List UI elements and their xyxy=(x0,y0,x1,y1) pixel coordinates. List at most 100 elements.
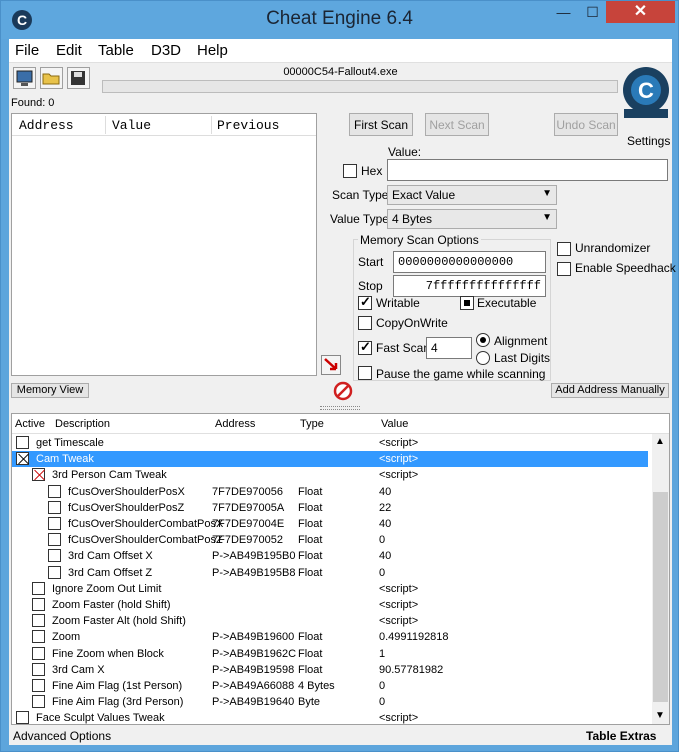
row-type: Byte xyxy=(298,696,321,709)
pause-game-checkbox[interactable] xyxy=(358,366,372,380)
advanced-options-link[interactable]: Advanced Options xyxy=(13,729,111,743)
menu-d3d[interactable]: D3D xyxy=(151,42,181,59)
executable-checkbox[interactable] xyxy=(460,296,474,310)
active-checkbox[interactable] xyxy=(48,565,61,579)
table-row[interactable]: Cam Tweak <script> xyxy=(12,451,648,468)
active-checkbox[interactable] xyxy=(32,630,45,644)
table-row[interactable]: Zoom Faster (hold Shift) <script> xyxy=(12,597,648,613)
row-description: 3rd Cam Offset X xyxy=(68,550,153,563)
close-button[interactable]: ✕ xyxy=(606,1,675,23)
address-table[interactable]: Active Description Address Type Value ge… xyxy=(11,413,670,725)
table-row[interactable]: get Timescale <script> xyxy=(12,435,648,451)
start-address-input[interactable]: 0000000000000000 xyxy=(393,251,546,273)
active-checkbox[interactable] xyxy=(32,646,45,660)
table-row[interactable]: fCusOverShoulderCombatPosZ 7F7DE970052 Flo… xyxy=(12,532,648,548)
column-value[interactable]: Value xyxy=(112,118,151,133)
table-row[interactable]: Zoom Faster Alt (hold Shift) <script> xyxy=(12,613,648,629)
next-scan-button[interactable]: Next Scan xyxy=(425,113,489,136)
active-checkbox[interactable] xyxy=(16,452,29,466)
memory-view-button[interactable]: Memory View xyxy=(11,383,89,398)
fast-scan-input[interactable]: 4 xyxy=(426,337,472,359)
stop-address-input[interactable]: 7fffffffffffffff xyxy=(393,275,546,297)
table-row[interactable]: fCusOverShoulderPosZ 7F7DE97005A Float 22 xyxy=(12,500,648,516)
menu-table[interactable]: Table xyxy=(98,42,134,59)
table-scrollbar[interactable]: ▲ ▼ xyxy=(652,434,669,724)
table-row[interactable]: 3rd Cam Offset Z P->AB49B195B8 Float 0 xyxy=(12,565,648,581)
table-row[interactable]: Fine Aim Flag (3rd Person) P->AB49B19640 B… xyxy=(12,694,648,710)
table-row[interactable]: fCusOverShoulderPosX 7F7DE970056 Float 40 xyxy=(12,484,648,500)
active-checkbox[interactable] xyxy=(48,549,61,563)
column-description[interactable]: Description xyxy=(55,418,110,430)
row-type: Float xyxy=(298,631,323,644)
results-list[interactable]: Address Value Previous xyxy=(11,113,317,376)
copy-on-write-checkbox[interactable] xyxy=(358,316,372,330)
active-checkbox[interactable] xyxy=(32,598,45,611)
stop-scan-button[interactable] xyxy=(333,381,353,401)
table-row[interactable]: Ignore Zoom Out Limit <script> xyxy=(12,581,648,597)
settings-link[interactable]: Settings xyxy=(627,134,670,148)
row-value: <script> xyxy=(379,582,419,595)
active-checkbox[interactable] xyxy=(32,614,45,628)
row-value: 40 xyxy=(379,518,392,530)
table-row[interactable]: 3rd Person Cam Tweak <script> xyxy=(12,467,648,483)
scan-value-input[interactable] xyxy=(387,159,668,181)
column-address[interactable]: Address xyxy=(215,418,255,430)
row-description: Zoom Faster (hold Shift) xyxy=(52,599,171,611)
hex-checkbox[interactable] xyxy=(343,164,357,178)
menu-file[interactable]: File xyxy=(15,42,39,59)
row-description: 3rd Person Cam Tweak xyxy=(52,469,167,482)
active-checkbox[interactable] xyxy=(32,679,45,692)
row-value: <script> xyxy=(379,599,419,611)
active-checkbox[interactable] xyxy=(16,711,29,725)
row-address: 7F7DE970052 xyxy=(212,534,283,547)
stop-label: Stop xyxy=(358,279,383,293)
fast-scan-checkbox[interactable] xyxy=(358,339,372,355)
active-checkbox[interactable] xyxy=(48,484,61,498)
active-checkbox[interactable] xyxy=(32,695,45,709)
menu-help[interactable]: Help xyxy=(197,42,228,59)
active-checkbox[interactable] xyxy=(32,662,45,676)
column-previous[interactable]: Previous xyxy=(217,118,279,133)
scan-type-select[interactable]: Exact Value ▼ xyxy=(387,185,557,205)
table-row[interactable]: Zoom P->AB49B19600 Float 0.4991192818 xyxy=(12,629,648,645)
table-extras-link[interactable]: Table Extras xyxy=(586,729,656,743)
app-window: C Cheat Engine 6.4 — ☐ ✕ File Edit Table… xyxy=(0,0,679,752)
table-row[interactable]: Face Sculpt Values Tweak <script> xyxy=(12,710,648,726)
add-address-manually-button[interactable]: Add Address Manually xyxy=(551,383,669,398)
active-checkbox[interactable] xyxy=(32,468,45,482)
title-bar[interactable]: C Cheat Engine 6.4 — ☐ ✕ xyxy=(1,1,678,39)
splitter-grip[interactable] xyxy=(320,406,360,410)
active-checkbox[interactable] xyxy=(48,500,61,514)
active-checkbox[interactable] xyxy=(32,581,45,595)
column-address[interactable]: Address xyxy=(19,118,74,133)
table-row[interactable]: fCusOverShoulderCombatPosX 7F7DE97004E Flo… xyxy=(12,516,648,532)
undo-scan-button[interactable]: Undo Scan xyxy=(554,113,618,136)
scrollbar-thumb[interactable] xyxy=(653,492,668,702)
column-value[interactable]: Value xyxy=(381,418,408,430)
value-type-select[interactable]: 4 Bytes ▼ xyxy=(387,209,557,229)
writable-checkbox[interactable] xyxy=(358,294,372,310)
chevron-down-icon: ▼ xyxy=(542,212,552,223)
chevron-down-icon[interactable]: ▼ xyxy=(655,710,665,721)
minimize-button[interactable]: — xyxy=(550,1,577,23)
table-row[interactable]: Fine Aim Flag (1st Person) P->AB49A66088 4… xyxy=(12,678,648,694)
add-to-list-button[interactable] xyxy=(321,355,341,375)
table-row[interactable]: 3rd Cam Offset X P->AB49B195B0 Float 40 xyxy=(12,548,648,564)
last-digits-radio[interactable] xyxy=(476,351,490,365)
row-type: Float xyxy=(298,485,323,498)
chevron-up-icon[interactable]: ▲ xyxy=(655,436,665,447)
maximize-button[interactable]: ☐ xyxy=(579,1,606,23)
table-row[interactable]: Fine Zoom when Block P->AB49B1962C Float 1 xyxy=(12,646,648,662)
row-description: Zoom xyxy=(52,631,81,644)
unrandomizer-checkbox[interactable] xyxy=(557,242,571,256)
table-row[interactable]: 3rd Cam X P->AB49B19598 Float 90.57781982 xyxy=(12,662,648,678)
active-checkbox[interactable] xyxy=(16,436,29,449)
alignment-radio[interactable] xyxy=(476,333,490,347)
active-checkbox[interactable] xyxy=(48,517,61,530)
first-scan-button[interactable]: First Scan xyxy=(349,113,413,136)
column-type[interactable]: Type xyxy=(300,418,324,430)
menu-edit[interactable]: Edit xyxy=(56,42,82,59)
active-checkbox[interactable] xyxy=(48,533,61,547)
speedhack-checkbox[interactable] xyxy=(557,262,571,276)
column-active[interactable]: Active xyxy=(15,418,45,430)
